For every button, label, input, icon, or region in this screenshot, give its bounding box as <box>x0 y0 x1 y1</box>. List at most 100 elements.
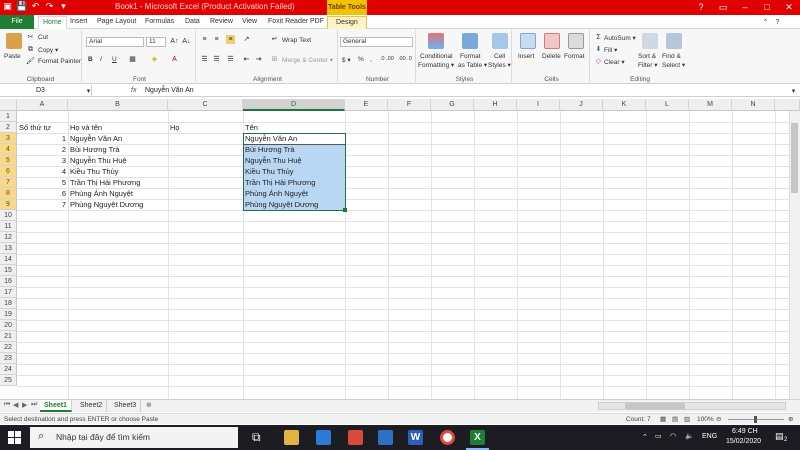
maximize-icon[interactable]: □ <box>756 0 778 15</box>
merge-icon[interactable]: ⊞ <box>270 55 279 64</box>
align-right-icon[interactable]: ☰ <box>226 55 235 64</box>
volume-icon[interactable]: 🔈 <box>685 432 694 440</box>
format-painter-icon[interactable]: 🖌 <box>26 57 35 66</box>
chrome-icon[interactable] <box>440 430 455 445</box>
column-header-m[interactable]: M <box>689 99 732 111</box>
align-left-icon[interactable]: ☰ <box>200 55 209 64</box>
row-header[interactable]: 22 <box>0 342 17 353</box>
align-center-icon[interactable]: ☰ <box>212 55 221 64</box>
borders-icon[interactable]: ▦ <box>128 55 137 64</box>
row-header[interactable]: 6 <box>0 166 17 177</box>
increase-decimal-button[interactable]: .0 .00 <box>380 56 394 62</box>
worksheet-grid[interactable]: A B C D E F G H I J K L M N 1 2 3 4 5 6 … <box>0 99 800 399</box>
name-box[interactable]: D3 <box>0 85 92 97</box>
format-cells-icon[interactable] <box>568 33 584 49</box>
conditional-formatting-button-line2[interactable]: Formatting ▾ <box>418 61 454 69</box>
sort-filter-button-line2[interactable]: Filter ▾ <box>638 61 658 69</box>
row-header[interactable]: 12 <box>0 232 17 243</box>
tab-home[interactable]: Home <box>38 16 67 29</box>
column-header-k[interactable]: K <box>603 99 646 111</box>
row-header[interactable]: 3 <box>0 133 17 144</box>
task-view-icon[interactable]: ⧉ <box>252 430 261 445</box>
zoom-in-icon[interactable]: ⊕ <box>788 414 793 425</box>
zoom-out-icon[interactable]: ⊖ <box>716 414 721 425</box>
prev-sheet-icon[interactable]: ◀ <box>13 401 18 409</box>
insert-button[interactable]: Insert <box>518 53 534 60</box>
row-header[interactable]: 23 <box>0 353 17 364</box>
italic-button[interactable]: I <box>100 56 102 63</box>
autosum-icon[interactable]: Σ <box>594 33 603 42</box>
merge-center-button[interactable]: Merge & Center ▾ <box>282 56 333 64</box>
app-icon[interactable] <box>348 430 363 445</box>
cut-icon[interactable]: ✂ <box>26 33 35 42</box>
shrink-font-icon[interactable]: A↓ <box>182 37 191 46</box>
orientation-icon[interactable]: ↗ <box>242 35 251 44</box>
insert-cells-icon[interactable] <box>520 33 536 49</box>
sort-filter-icon[interactable] <box>642 33 658 49</box>
paste-icon[interactable] <box>6 33 22 49</box>
cell-d7[interactable]: Trần Thị Hải Phương <box>244 177 345 188</box>
row-header[interactable]: 5 <box>0 155 17 166</box>
cell-b7[interactable]: Trần Thị Hải Phương <box>69 177 168 188</box>
row-header[interactable]: 16 <box>0 276 17 287</box>
clear-icon[interactable]: ◇ <box>594 57 603 66</box>
sheet-tab-1[interactable]: Sheet1 <box>40 400 72 412</box>
fill-color-icon[interactable]: ◈ <box>150 55 159 64</box>
column-header-a[interactable]: A <box>17 99 68 111</box>
cell-b8[interactable]: Phùng Ánh Nguyệt <box>69 188 168 199</box>
ribbon-collapse-icon[interactable]: ⌃ <box>761 18 770 27</box>
decrease-decimal-button[interactable]: .00 .0 <box>398 56 412 62</box>
cell-styles-icon[interactable] <box>492 33 508 49</box>
network-icon[interactable]: ▭ <box>655 432 662 440</box>
new-sheet-icon[interactable]: ⊕ <box>146 401 152 409</box>
increase-indent-icon[interactable]: ⇥ <box>254 55 263 64</box>
column-header-b[interactable]: B <box>68 99 168 111</box>
clock-time[interactable]: 6:49 CH <box>732 428 758 435</box>
mail-icon[interactable] <box>378 430 393 445</box>
conditional-formatting-button[interactable]: Conditional <box>420 53 453 60</box>
formula-input[interactable]: Nguyễn Văn An <box>145 85 194 97</box>
column-header-l[interactable]: L <box>646 99 689 111</box>
row-header[interactable]: 9 <box>0 199 17 210</box>
minimize-icon[interactable]: – <box>734 0 756 15</box>
tab-file[interactable]: File <box>0 15 34 29</box>
normal-view-icon[interactable]: ▦ <box>660 414 666 425</box>
currency-button[interactable]: $ ▾ <box>342 56 351 64</box>
cell-a2[interactable]: Số thứ tự <box>18 122 68 133</box>
expand-formula-bar-icon[interactable]: ▾ <box>789 87 798 96</box>
clear-button[interactable]: Clear ▾ <box>604 58 625 66</box>
tab-page-layout[interactable]: Page Layout <box>97 16 136 29</box>
sheet-tab-3[interactable]: Sheet3 <box>110 400 142 412</box>
row-header[interactable]: 10 <box>0 210 17 221</box>
tray-up-icon[interactable]: ⌃ <box>642 433 648 441</box>
number-format-select[interactable]: General <box>340 37 413 47</box>
column-header-g[interactable]: G <box>431 99 474 111</box>
tab-design[interactable]: Design <box>327 16 367 29</box>
cell-b4[interactable]: Bùi Hương Trà <box>69 144 168 155</box>
row-header[interactable]: 13 <box>0 243 17 254</box>
tab-view[interactable]: View <box>242 16 257 29</box>
align-top-icon[interactable]: ≡ <box>200 35 209 44</box>
align-bottom-icon[interactable]: ≡ <box>226 35 235 44</box>
cell-styles-button[interactable]: Cell <box>494 53 505 60</box>
grow-font-icon[interactable]: A↑ <box>170 37 179 46</box>
taskbar-search-input[interactable]: Nhập tại đây để tìm kiếm <box>30 427 238 448</box>
conditional-formatting-icon[interactable] <box>428 33 444 49</box>
column-header-f[interactable]: F <box>388 99 431 111</box>
row-header[interactable]: 1 <box>0 111 17 122</box>
format-button[interactable]: Format <box>564 53 585 60</box>
horizontal-scroll-thumb[interactable] <box>625 403 685 409</box>
delete-cells-icon[interactable] <box>544 33 560 49</box>
find-select-button-line2[interactable]: Select ▾ <box>662 61 685 69</box>
row-header[interactable]: 20 <box>0 320 17 331</box>
comma-button[interactable]: , <box>370 56 372 63</box>
cell-styles-button-line2[interactable]: Styles ▾ <box>488 61 511 69</box>
page-break-view-icon[interactable]: ▥ <box>684 414 690 425</box>
cell-d3[interactable]: Nguyễn Văn An <box>244 133 345 144</box>
font-color-icon[interactable]: A <box>170 55 179 64</box>
clock-date[interactable]: 15/02/2020 <box>726 438 761 445</box>
excel-app-icon[interactable]: ▣ <box>2 1 13 12</box>
next-sheet-icon[interactable]: ▶ <box>22 401 27 409</box>
excel-taskbar-icon[interactable]: X <box>470 430 485 445</box>
page-layout-view-icon[interactable]: ▤ <box>672 414 678 425</box>
